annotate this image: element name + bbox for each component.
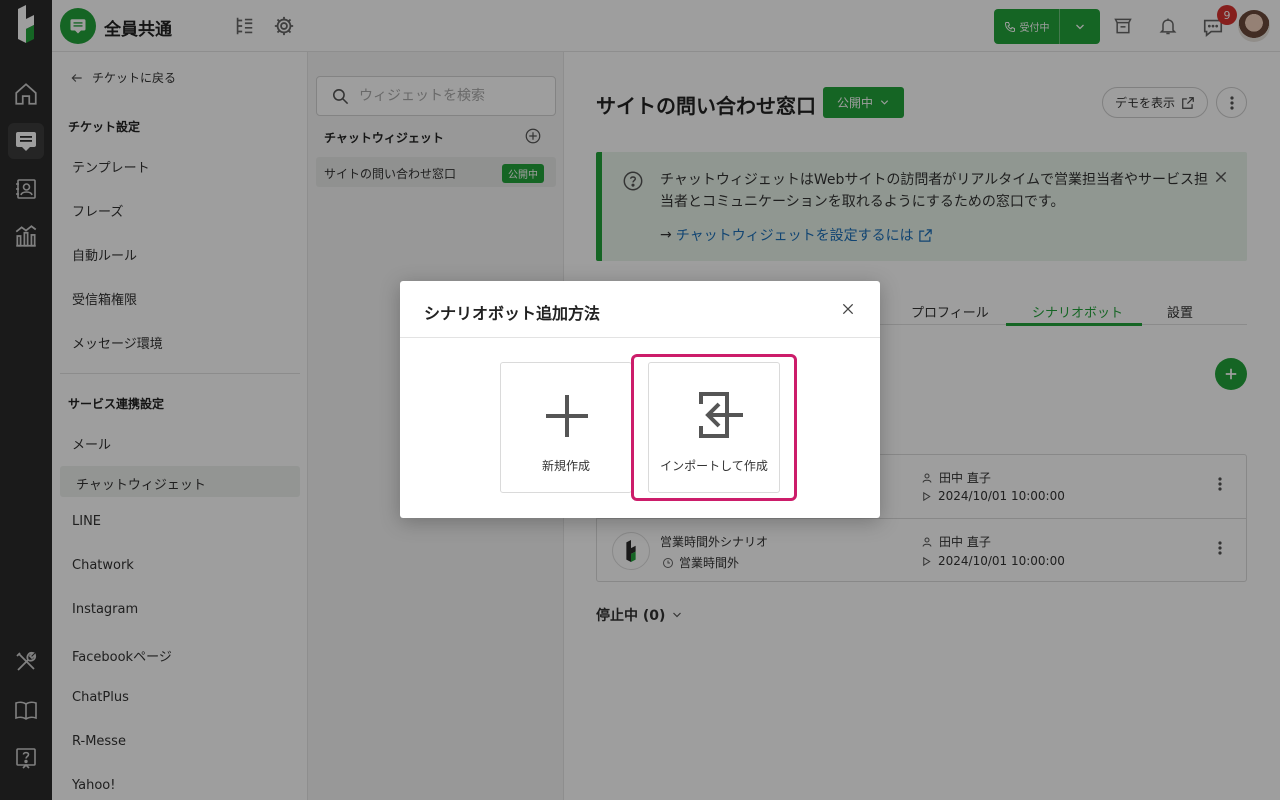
close-icon[interactable]	[838, 299, 858, 319]
add-scenario-bot-dialog: シナリオボット追加方法 新規作成 インポートして作成	[400, 281, 880, 518]
create-new-option[interactable]: 新規作成	[500, 362, 632, 493]
highlight-frame	[631, 354, 797, 501]
dialog-divider	[400, 337, 880, 338]
plus-icon	[546, 395, 588, 437]
dialog-title: シナリオボット追加方法	[424, 304, 601, 323]
create-new-label: 新規作成	[541, 459, 590, 473]
